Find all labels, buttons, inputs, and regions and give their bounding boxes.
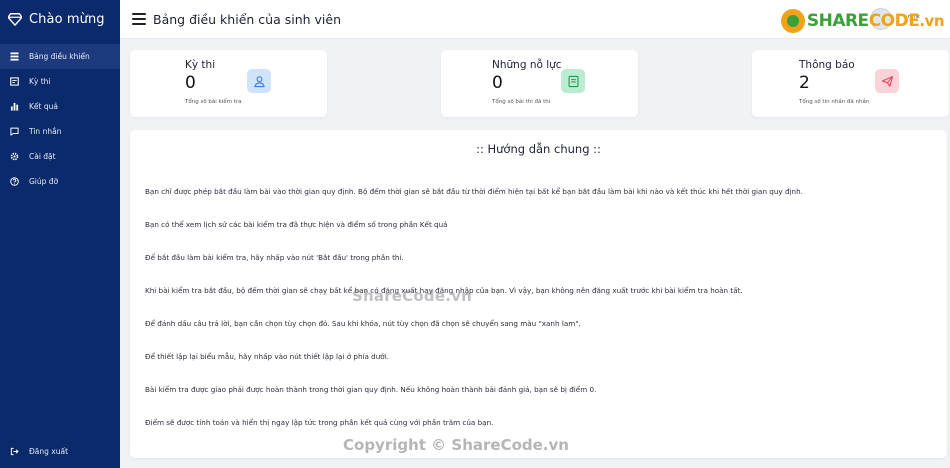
stat-subtitle: Tổng số tin nhắn đã nhắn xyxy=(799,99,870,105)
logo-text: SHARECODE.vn xyxy=(806,11,945,31)
logo-text-a: SHARE xyxy=(806,11,869,31)
logout-label: Đăng xuất xyxy=(29,447,69,456)
guide-rule: Để thiết lập lại biểu mẫu, hãy nhấp vào … xyxy=(145,352,389,361)
logo-mark-icon xyxy=(780,9,805,33)
sidebar-item-help[interactable]: Giúp đỡ xyxy=(0,169,120,194)
book-icon xyxy=(561,69,585,93)
sidebar-item-dashboard[interactable]: Bảng điều khiển xyxy=(0,44,120,69)
sidebar-item-label: Kỳ thi xyxy=(29,77,51,86)
guide-rule: Để đánh dấu câu trả lời, bạn cần chọn tù… xyxy=(145,319,581,328)
chart-icon xyxy=(9,102,19,112)
watermark-copyright: Copyright © ShareCode.vn xyxy=(343,436,569,454)
stat-title: Những nỗ lực xyxy=(492,59,562,71)
stat-subtitle: Tổng số bài thi đã thi xyxy=(492,99,551,105)
stat-card-exams[interactable]: Kỳ thi 0 Tổng số bài kiểm tra xyxy=(130,50,327,117)
menu-toggle-icon[interactable] xyxy=(132,13,146,25)
brand[interactable]: Chào mừng xyxy=(0,0,120,38)
sidebar-item-label: Tin nhắn xyxy=(29,127,62,136)
stat-value: 2 xyxy=(799,73,810,93)
sharecode-logo: SHARECODE.vn xyxy=(780,9,945,33)
sidebar-item-label: Kết quả xyxy=(29,102,58,111)
sidebar-item-label: Cài đặt xyxy=(29,152,56,161)
guide-rule: Bài kiểm tra được giao phải được hoàn th… xyxy=(145,385,597,394)
guide-rule: Bạn có thể xem lịch sử các bài kiểm tra … xyxy=(145,220,448,229)
logo-text-c: .vn xyxy=(919,12,944,30)
stat-card-notifications[interactable]: Thông báo 2 Tổng số tin nhắn đã nhắn xyxy=(752,50,949,117)
top-bar: Bảng điều khiển của sinh viên rank SHARE… xyxy=(120,0,950,39)
guide-rule: Để bắt đầu làm bài kiểm tra, hãy nhấp và… xyxy=(145,253,404,262)
sidebar-item-settings[interactable]: Cài đặt xyxy=(0,144,120,169)
sidebar-item-messages[interactable]: Tin nhắn xyxy=(0,119,120,144)
sidebar-nav: Bảng điều khiển Kỳ thi Kết quả Tin nhắn … xyxy=(0,44,120,194)
logo-text-b: CODE xyxy=(868,11,920,31)
sidebar-item-exam[interactable]: Kỳ thi xyxy=(0,69,120,94)
sidebar-item-results[interactable]: Kết quả xyxy=(0,94,120,119)
message-icon xyxy=(9,127,19,137)
watermark-middle: ShareCode.vn xyxy=(352,287,472,305)
stat-card-attempts[interactable]: Những nỗ lực 0 Tổng số bài thi đã thi xyxy=(441,50,638,117)
page-title: Bảng điều khiển của sinh viên xyxy=(153,11,341,27)
stat-title: Kỳ thi xyxy=(185,59,216,71)
send-icon xyxy=(875,69,899,93)
user-icon xyxy=(247,69,271,93)
stat-subtitle: Tổng số bài kiểm tra xyxy=(185,99,242,105)
guide-rule: Bạn chỉ được phép bắt đầu làm bài vào th… xyxy=(145,187,803,196)
guide-rules: Bạn chỉ được phép bắt đầu làm bài vào th… xyxy=(145,187,803,451)
gear-icon xyxy=(9,152,19,162)
stat-title: Thông báo xyxy=(799,59,855,71)
brand-title: Chào mừng xyxy=(29,11,105,27)
dashboard-icon xyxy=(9,52,19,62)
exam-icon xyxy=(9,77,19,87)
sidebar-item-logout[interactable]: Đăng xuất xyxy=(0,439,120,464)
stat-value: 0 xyxy=(492,73,503,93)
guide-title: :: Hướng dẫn chung :: xyxy=(476,142,601,156)
stat-value: 0 xyxy=(185,73,196,93)
help-icon xyxy=(9,177,19,187)
diamond-icon xyxy=(8,13,22,26)
guide-panel: :: Hướng dẫn chung :: Bạn chỉ được phép … xyxy=(130,130,947,458)
sidebar-item-label: Giúp đỡ xyxy=(29,177,59,186)
guide-rule: Khi bài kiểm tra bắt đầu, bộ đếm thời gi… xyxy=(145,286,743,295)
sidebar-item-label: Bảng điều khiển xyxy=(29,52,90,61)
sidebar: Chào mừng Bảng điều khiển Kỳ thi Kết quả… xyxy=(0,0,120,468)
logout-icon xyxy=(9,447,19,457)
